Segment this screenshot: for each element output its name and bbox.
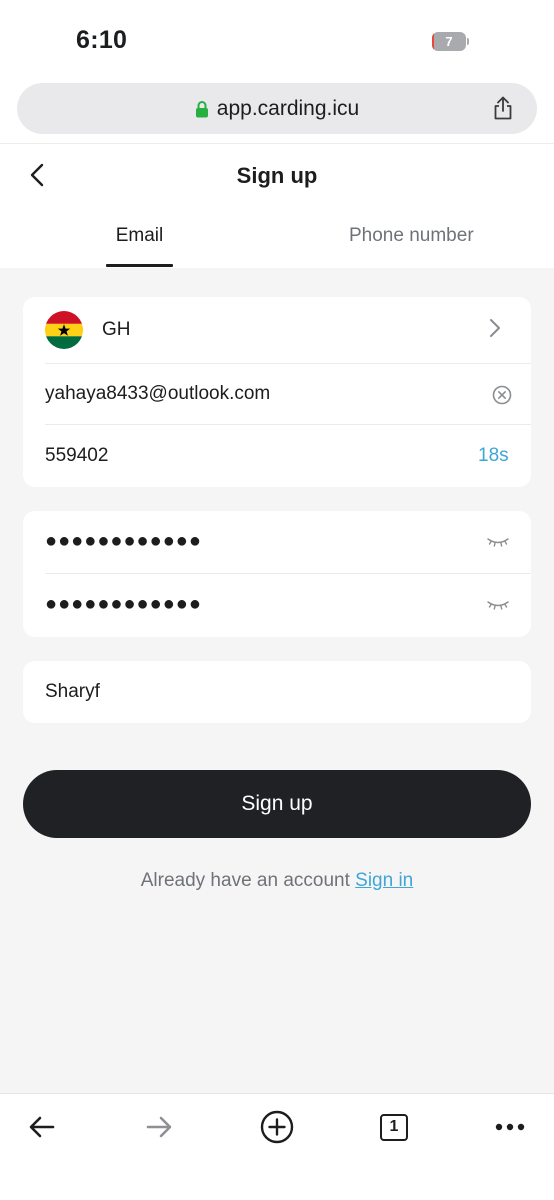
- country-selector[interactable]: GH: [23, 297, 531, 359]
- password-card: ●●●●●●●●●●●● ●●●●●●●●●●●●: [23, 511, 531, 637]
- url-bar[interactable]: app.carding.icu: [17, 83, 537, 134]
- name-field[interactable]: Sharyf: [45, 681, 100, 703]
- country-code: GH: [102, 319, 131, 340]
- signin-prompt-line: Already have an account Sign in: [0, 870, 554, 892]
- signup-tabs: Email Phone number: [0, 207, 554, 268]
- account-card: GH yahaya8433@outlook.com 559402 18s: [23, 297, 531, 487]
- signin-prompt: Already have an account: [140, 870, 350, 891]
- clear-icon[interactable]: [492, 385, 512, 405]
- active-tab-indicator: [106, 264, 173, 267]
- tab-email[interactable]: Email: [106, 225, 173, 247]
- page-header: Sign up: [0, 143, 554, 207]
- lock-icon: [195, 100, 208, 117]
- status-time: 6:10: [76, 26, 128, 54]
- confirm-password-field[interactable]: ●●●●●●●●●●●●: [45, 593, 202, 616]
- battery-level: 7: [445, 34, 453, 49]
- divider: [45, 424, 531, 425]
- eye-closed-icon[interactable]: [487, 537, 509, 547]
- verification-code-field[interactable]: 559402: [45, 445, 108, 467]
- sign-up-button[interactable]: Sign up: [23, 770, 531, 838]
- page-title: Sign up: [236, 163, 318, 188]
- ghana-flag-icon: [45, 311, 83, 349]
- browser-bottom-toolbar: 1: [0, 1093, 554, 1200]
- url-text: app.carding.icu: [216, 96, 360, 120]
- more-icon[interactable]: [494, 1122, 526, 1132]
- resend-countdown: 18s: [478, 445, 509, 466]
- sign-in-link[interactable]: Sign in: [355, 870, 413, 891]
- tab-count-icon[interactable]: 1: [380, 1114, 408, 1141]
- battery-icon: 7: [432, 32, 469, 51]
- name-card: Sharyf: [23, 661, 531, 723]
- email-field[interactable]: yahaya8433@outlook.com: [45, 383, 270, 405]
- share-icon[interactable]: [492, 96, 514, 120]
- eye-closed-icon[interactable]: [487, 600, 509, 610]
- divider: [45, 363, 531, 364]
- divider: [45, 573, 531, 574]
- chevron-right-icon: [490, 319, 500, 337]
- password-field[interactable]: ●●●●●●●●●●●●: [45, 530, 202, 553]
- new-tab-plus-icon[interactable]: [260, 1110, 294, 1144]
- forward-arrow-icon[interactable]: [145, 1114, 173, 1140]
- browser-top-area: 6:10 7 app.carding.icu: [0, 0, 554, 143]
- tab-phone-number[interactable]: Phone number: [349, 225, 474, 247]
- back-arrow-icon[interactable]: [28, 1114, 56, 1140]
